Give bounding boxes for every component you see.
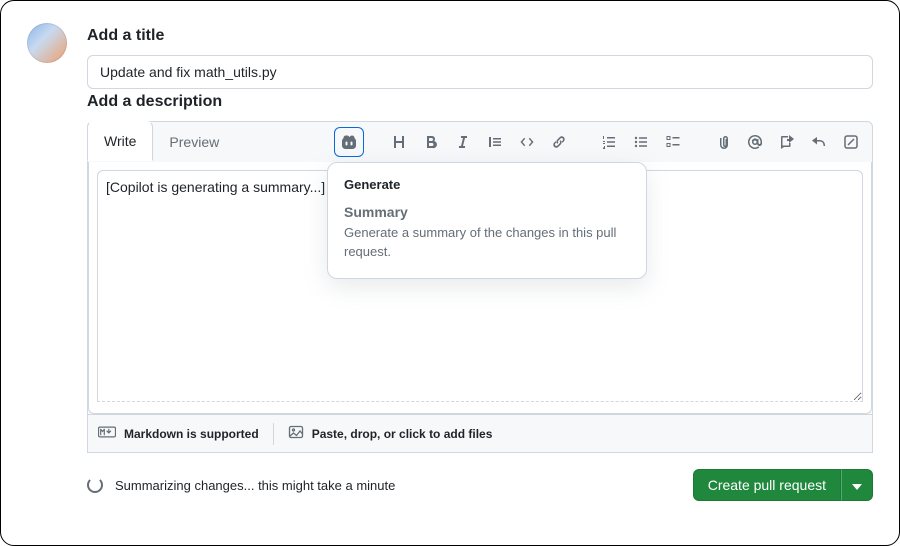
user-avatar[interactable] bbox=[27, 23, 67, 63]
markdown-supported-label: Markdown is supported bbox=[124, 427, 259, 441]
bold-button[interactable] bbox=[416, 127, 446, 157]
form-actions: Create pull request bbox=[693, 469, 873, 501]
status-row: Summarizing changes... this might take a… bbox=[87, 469, 873, 501]
tab-preview[interactable]: Preview bbox=[153, 122, 235, 162]
ordered-list-icon bbox=[601, 134, 617, 150]
form-row: Add a title Add a description Write Prev… bbox=[27, 23, 873, 501]
mention-button[interactable] bbox=[740, 127, 770, 157]
formatting-toolbar bbox=[334, 127, 872, 157]
footer-separator bbox=[273, 423, 274, 445]
markdown-icon bbox=[98, 426, 116, 441]
tab-write[interactable]: Write bbox=[87, 121, 153, 161]
quote-button[interactable] bbox=[480, 127, 510, 157]
slash-commands-button[interactable] bbox=[836, 127, 866, 157]
caret-down-icon bbox=[852, 478, 862, 493]
unordered-list-button[interactable] bbox=[626, 127, 656, 157]
spinner-icon bbox=[87, 477, 103, 493]
code-button[interactable] bbox=[512, 127, 542, 157]
copilot-icon bbox=[341, 134, 357, 150]
description-footer: Markdown is supported Paste, drop, or cl… bbox=[88, 414, 872, 452]
status-message: Summarizing changes... this might take a… bbox=[87, 477, 395, 493]
copilot-button[interactable] bbox=[334, 127, 364, 157]
popover-item-summary[interactable]: Summary bbox=[344, 204, 630, 220]
attach-files-label: Paste, drop, or click to add files bbox=[312, 427, 493, 441]
heading-icon bbox=[391, 134, 407, 150]
reply-button[interactable] bbox=[804, 127, 834, 157]
cross-reference-icon bbox=[779, 134, 795, 150]
create-pr-button[interactable]: Create pull request bbox=[693, 469, 841, 501]
attach-button[interactable] bbox=[708, 127, 738, 157]
bold-icon bbox=[423, 134, 439, 150]
popover-header: Generate bbox=[344, 177, 630, 192]
popover-item-description: Generate a summary of the changes in thi… bbox=[344, 224, 630, 262]
editor-tabs: Write Preview bbox=[88, 122, 235, 162]
italic-icon bbox=[455, 134, 471, 150]
copilot-popover: Generate Summary Generate a summary of t… bbox=[327, 162, 647, 279]
unordered-list-icon bbox=[633, 134, 649, 150]
avatar-column bbox=[27, 23, 87, 501]
title-label: Add a title bbox=[87, 27, 873, 45]
toolbar-separator bbox=[576, 134, 592, 150]
attach-files-link[interactable]: Paste, drop, or click to add files bbox=[288, 424, 493, 443]
quote-icon bbox=[487, 134, 503, 150]
task-list-icon bbox=[665, 134, 681, 150]
form-main: Add a title Add a description Write Prev… bbox=[87, 23, 873, 501]
italic-button[interactable] bbox=[448, 127, 478, 157]
pr-title-input[interactable] bbox=[87, 55, 873, 89]
status-text: Summarizing changes... this might take a… bbox=[115, 478, 395, 493]
image-icon bbox=[288, 424, 304, 443]
create-pr-dropdown[interactable] bbox=[841, 469, 873, 501]
description-editor: Write Preview bbox=[87, 121, 873, 453]
heading-button[interactable] bbox=[384, 127, 414, 157]
toolbar-separator bbox=[690, 134, 706, 150]
diff-icon bbox=[843, 134, 859, 150]
link-button[interactable] bbox=[544, 127, 574, 157]
mention-icon bbox=[747, 134, 763, 150]
cross-reference-button[interactable] bbox=[772, 127, 802, 157]
editor-toolbar-row: Write Preview bbox=[88, 122, 872, 162]
toolbar-separator bbox=[366, 134, 382, 150]
ordered-list-button[interactable] bbox=[594, 127, 624, 157]
description-label: Add a description bbox=[87, 93, 873, 111]
link-icon bbox=[551, 134, 567, 150]
markdown-supported-link[interactable]: Markdown is supported bbox=[98, 426, 259, 441]
reply-icon bbox=[811, 134, 827, 150]
pr-create-form: Add a title Add a description Write Prev… bbox=[0, 0, 900, 546]
code-icon bbox=[519, 134, 535, 150]
task-list-button[interactable] bbox=[658, 127, 688, 157]
paperclip-icon bbox=[715, 134, 731, 150]
